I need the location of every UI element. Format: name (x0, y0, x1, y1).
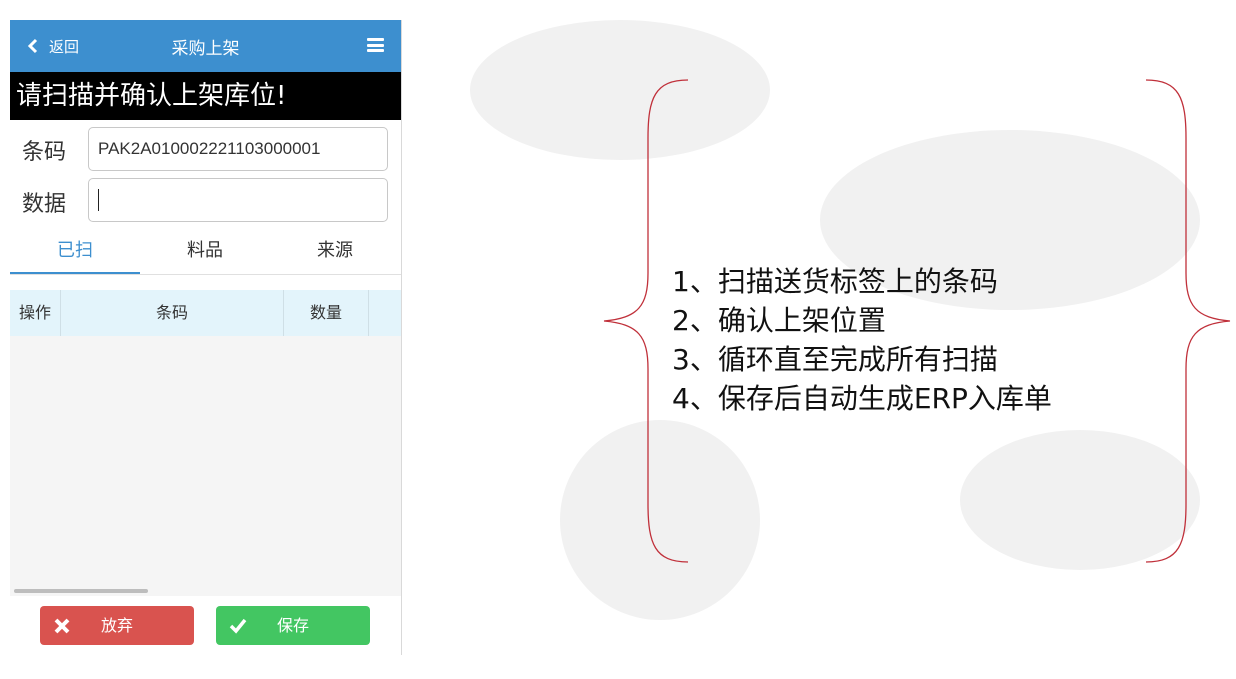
data-input[interactable] (88, 178, 388, 222)
step-item: 1、扫描送货标签上的条码 (672, 265, 998, 298)
hamburger-menu-icon[interactable] (367, 38, 384, 52)
data-label: 数据 (22, 192, 67, 217)
barcode-field[interactable]: PAK2A010002221103000001 (88, 127, 388, 171)
abandon-button-label: 放弃 (100, 616, 133, 635)
scan-prompt-banner: 请扫描并确认上架库位! (10, 72, 401, 120)
action-footer: 放弃 保存 (10, 596, 401, 655)
navigation-bar: 返回 采购上架 (10, 20, 401, 72)
tab-bar: 已扫 料品 来源 (10, 228, 401, 275)
step-item: 2、确认上架位置 (672, 304, 886, 337)
table-body (10, 336, 401, 596)
column-header-quantity: 数量 (284, 290, 369, 336)
tab-source[interactable]: 来源 (270, 228, 400, 274)
barcode-label: 条码 (22, 140, 67, 165)
step-item: 3、循环直至完成所有扫描 (672, 343, 998, 376)
save-button[interactable]: 保存 (216, 606, 370, 645)
right-curly-brace (1145, 79, 1231, 563)
column-header-extra (369, 290, 401, 336)
tab-items[interactable]: 料品 (140, 228, 270, 274)
abandon-button[interactable]: 放弃 (40, 606, 194, 645)
column-header-action: 操作 (10, 290, 61, 336)
text-caret (98, 189, 99, 211)
tab-scanned[interactable]: 已扫 (10, 228, 140, 274)
save-button-label: 保存 (276, 616, 309, 635)
mobile-app-screen: 返回 采购上架 请扫描并确认上架库位! 条码 PAK2A010002221103… (10, 20, 402, 655)
table-header: 操作 条码 数量 (10, 290, 401, 336)
horizontal-scrollbar[interactable] (14, 589, 148, 593)
instruction-steps: 1、扫描送货标签上的条码 2、确认上架位置 3、循环直至完成所有扫描 4、保存后… (672, 262, 1052, 418)
step-item: 4、保存后自动生成ERP入库单 (672, 382, 1052, 415)
page-title: 采购上架 (171, 39, 240, 59)
column-header-barcode: 条码 (61, 290, 284, 336)
